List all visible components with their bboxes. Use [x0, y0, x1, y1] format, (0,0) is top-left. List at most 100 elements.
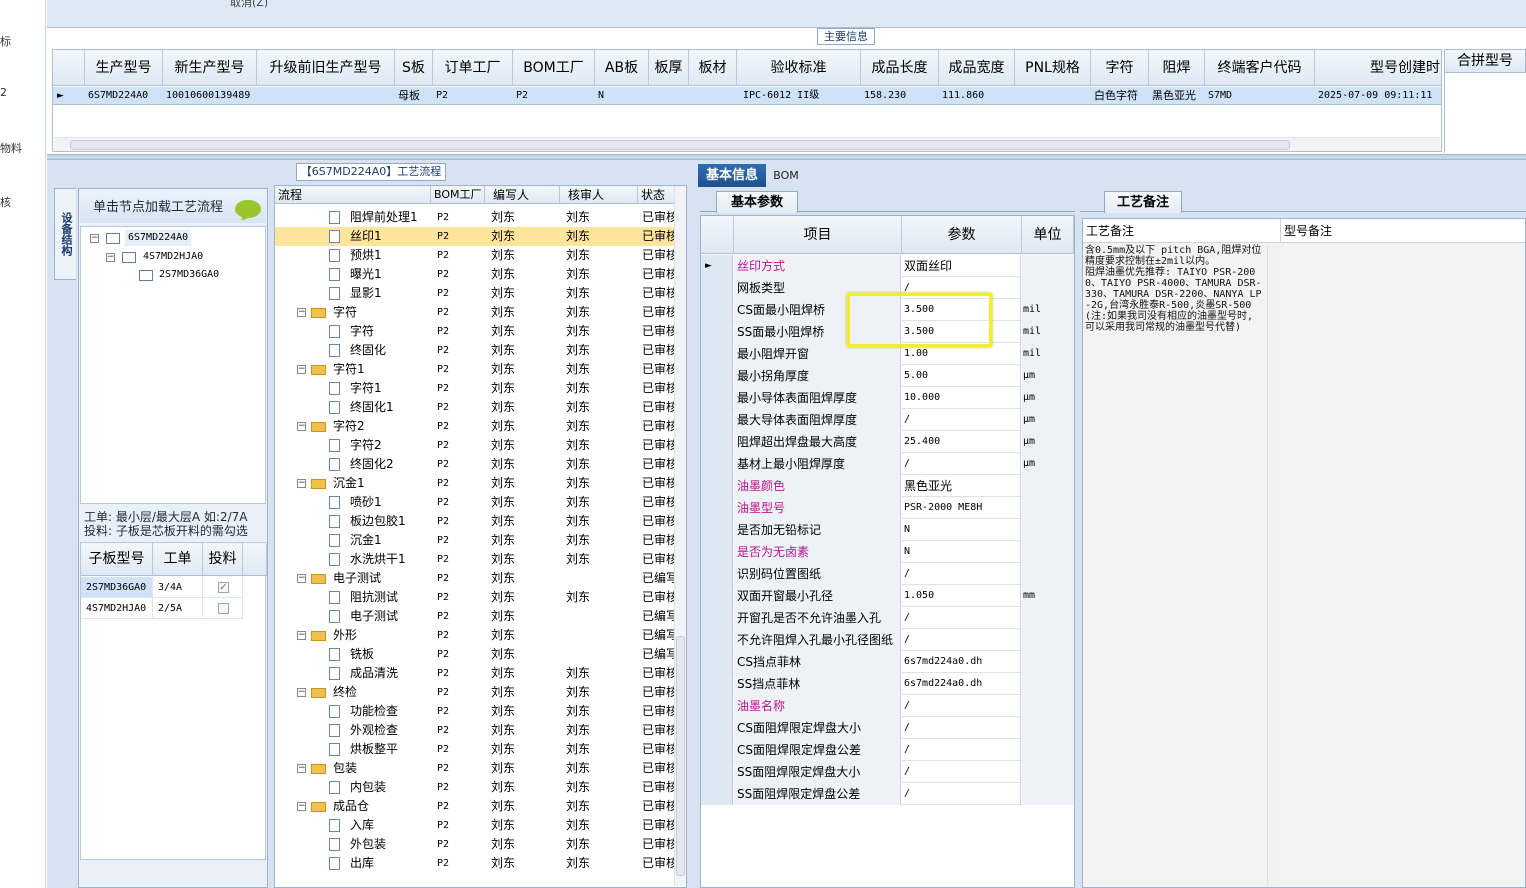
sub-cell-model[interactable]: 4S7MD2HJA0 — [81, 598, 153, 619]
flow-row[interactable]: 外包装 P2 刘东 刘东 已审核 — [275, 835, 675, 854]
collapse-icon[interactable]: − — [297, 764, 306, 773]
param-value[interactable]: 25.400 — [902, 431, 1021, 453]
flow-row[interactable]: 内包装 P2 刘东 刘东 已审核 — [275, 778, 675, 797]
param-value[interactable]: 双面丝印 — [902, 255, 1021, 277]
col-header[interactable]: 阻焊 — [1149, 50, 1205, 86]
param-row[interactable]: 最小拐角厚度 5.00 μm — [701, 365, 1074, 387]
param-row[interactable]: SS面阻焊限定焊盘公差 / — [701, 783, 1074, 805]
param-value[interactable]: / — [902, 695, 1021, 717]
flow-row[interactable]: 显影1 P2 刘东 刘东 已审核 — [275, 284, 675, 303]
tree-node[interactable]: 6S7MD224A0 — [125, 230, 192, 246]
collapse-icon[interactable]: − — [297, 631, 306, 640]
col-header[interactable]: BOM工厂 — [431, 186, 485, 204]
note-scrollbar[interactable] — [1267, 245, 1279, 885]
param-row[interactable]: CS面阻焊限定焊盘大小 / — [701, 717, 1074, 739]
sub-cell-model[interactable]: 2S7MD36GA0 — [81, 577, 153, 598]
param-row[interactable]: 阻焊超出焊盘最大高度 25.400 μm — [701, 431, 1074, 453]
param-value[interactable]: 6s7md224a0.dh — [902, 673, 1021, 695]
flow-row[interactable]: − 字符2 P2 刘东 刘东 已审核 — [275, 417, 675, 436]
sub-cell-order[interactable]: 3/4A — [153, 577, 203, 598]
param-value[interactable]: / — [902, 761, 1021, 783]
flow-row[interactable]: 终固化 P2 刘东 刘东 已审核 — [275, 341, 675, 360]
tree-node[interactable]: 4S7MD2HJA0 — [143, 249, 203, 265]
flow-row[interactable]: 电子测试 P2 刘东 已编写 — [275, 607, 675, 626]
param-row[interactable]: 基材上最小阻焊厚度 / μm — [701, 453, 1074, 475]
collapse-icon[interactable]: − — [90, 234, 99, 243]
col-header[interactable]: 新生产型号 — [163, 50, 257, 86]
param-row[interactable]: 最大导体表面阻焊厚度 / μm — [701, 409, 1074, 431]
param-row[interactable]: 开窗孔是否不允许油墨入孔 / — [701, 607, 1074, 629]
param-row[interactable]: 油墨型号 PSR-2000 ME8H — [701, 497, 1074, 519]
scroll-thumb[interactable] — [70, 140, 1290, 150]
left-nav-item[interactable]: 2 — [0, 86, 7, 99]
param-row[interactable]: 最小导体表面阻焊厚度 10.000 μm — [701, 387, 1074, 409]
param-value[interactable]: / — [902, 629, 1021, 651]
collapse-icon[interactable]: − — [106, 253, 115, 262]
flow-row[interactable]: 入库 P2 刘东 刘东 已审核 — [275, 816, 675, 835]
param-row[interactable]: 是否为无卤素 N — [701, 541, 1074, 563]
col-header[interactable]: 订单工厂 — [433, 50, 513, 86]
col-header[interactable]: 单位 — [1022, 216, 1074, 254]
process-note-text[interactable]: 含0.5mm及以下 pitch BGA,阻焊对位精度要求控制在±2mil以内。 … — [1085, 245, 1263, 333]
flow-row[interactable]: 水洗烘干1 P2 刘东 刘东 已审核 — [275, 550, 675, 569]
flow-tab[interactable]: 【6S7MD224A0】工艺流程 — [296, 163, 446, 181]
col-header[interactable]: 板厚 — [649, 50, 689, 86]
col-header[interactable]: 成品长度 — [861, 50, 939, 86]
col-header[interactable]: 生产型号 — [85, 50, 163, 86]
flow-row[interactable]: 板边包胶1 P2 刘东 刘东 已审核 — [275, 512, 675, 531]
collapse-icon[interactable]: − — [297, 422, 306, 431]
col-header[interactable]: 项目 — [734, 216, 902, 254]
vertical-scrollbar[interactable] — [674, 186, 686, 886]
flow-row[interactable]: 预烘1 P2 刘东 刘东 已审核 — [275, 246, 675, 265]
param-value[interactable]: / — [902, 453, 1021, 475]
col-header[interactable]: 核审人 — [560, 186, 638, 204]
flow-row[interactable]: − 外形 P2 刘东 已编写 — [275, 626, 675, 645]
flow-row[interactable]: 喷砂1 P2 刘东 刘东 已审核 — [275, 493, 675, 512]
tab-basic-info[interactable]: 基本信息 — [698, 164, 766, 187]
param-row[interactable]: 是否加无铅标记 N — [701, 519, 1074, 541]
sub-cell-order[interactable]: 2/5A — [153, 598, 203, 619]
col-header[interactable]: 终端客户代码 — [1205, 50, 1315, 86]
col-header[interactable]: 参数 — [902, 216, 1022, 254]
flow-row[interactable]: 丝印1 P2 刘东 刘东 已审核 — [275, 227, 675, 246]
col-header[interactable]: 型号创建时 — [1315, 50, 1441, 86]
tree-node[interactable]: 2S7MD36GA0 — [159, 267, 219, 283]
param-value[interactable]: / — [902, 563, 1021, 585]
param-value[interactable]: / — [902, 739, 1021, 761]
cancel-hint[interactable]: 取消(Z) — [230, 0, 268, 10]
param-value[interactable]: 5.00 — [902, 365, 1021, 387]
chat-bubble-icon[interactable] — [235, 200, 261, 218]
param-value[interactable]: 黑色亚光 — [902, 475, 1021, 497]
param-row[interactable]: 油墨名称 / — [701, 695, 1074, 717]
horizontal-scrollbar[interactable] — [54, 137, 1440, 151]
col-header[interactable]: PNL规格 — [1015, 50, 1091, 86]
left-nav-item[interactable]: 核 — [0, 194, 11, 210]
flow-row[interactable]: − 沉金1 P2 刘东 刘东 已审核 — [275, 474, 675, 493]
param-row[interactable]: CS挡点菲林 6s7md224a0.dh — [701, 651, 1074, 673]
left-nav-item[interactable]: 物料 — [0, 140, 22, 156]
param-row[interactable]: SS挡点菲林 6s7md224a0.dh — [701, 673, 1074, 695]
param-value[interactable]: / — [902, 717, 1021, 739]
param-row[interactable]: 识别码位置图纸 / — [701, 563, 1074, 585]
flow-row[interactable]: 出库 P2 刘东 刘东 已审核 — [275, 854, 675, 873]
param-value[interactable]: / — [902, 607, 1021, 629]
param-value[interactable]: 1.050 — [902, 585, 1021, 607]
tab-bom[interactable]: BOM — [770, 166, 802, 186]
flow-row[interactable]: − 字符 P2 刘东 刘东 已审核 — [275, 303, 675, 322]
param-row[interactable]: 双面开窗最小孔径 1.050 mm — [701, 585, 1074, 607]
flow-row[interactable]: 终固化1 P2 刘东 刘东 已审核 — [275, 398, 675, 417]
col-header[interactable]: 验收标准 — [737, 50, 861, 86]
flow-row[interactable]: − 包装 P2 刘东 刘东 已审核 — [275, 759, 675, 778]
flow-row[interactable]: 阻焊前处理1 P2 刘东 刘东 已审核 — [275, 208, 675, 227]
flow-row[interactable]: 成品清洗 P2 刘东 刘东 已审核 — [275, 664, 675, 683]
flow-row[interactable]: 功能检查 P2 刘东 刘东 已审核 — [275, 702, 675, 721]
left-nav-item[interactable]: 标 — [0, 33, 11, 49]
col-header[interactable]: 成品宽度 — [939, 50, 1015, 86]
flow-row[interactable]: − 电子测试 P2 刘东 已编写 — [275, 569, 675, 588]
collapse-icon[interactable]: − — [297, 308, 306, 317]
scroll-thumb[interactable] — [676, 636, 685, 876]
param-value[interactable]: PSR-2000 ME8H — [902, 497, 1021, 519]
flow-row[interactable]: − 成品仓 P2 刘东 刘东 已审核 — [275, 797, 675, 816]
col-header[interactable]: 工单 — [153, 543, 203, 576]
tab-process-note[interactable]: 工艺备注 — [1104, 191, 1182, 213]
